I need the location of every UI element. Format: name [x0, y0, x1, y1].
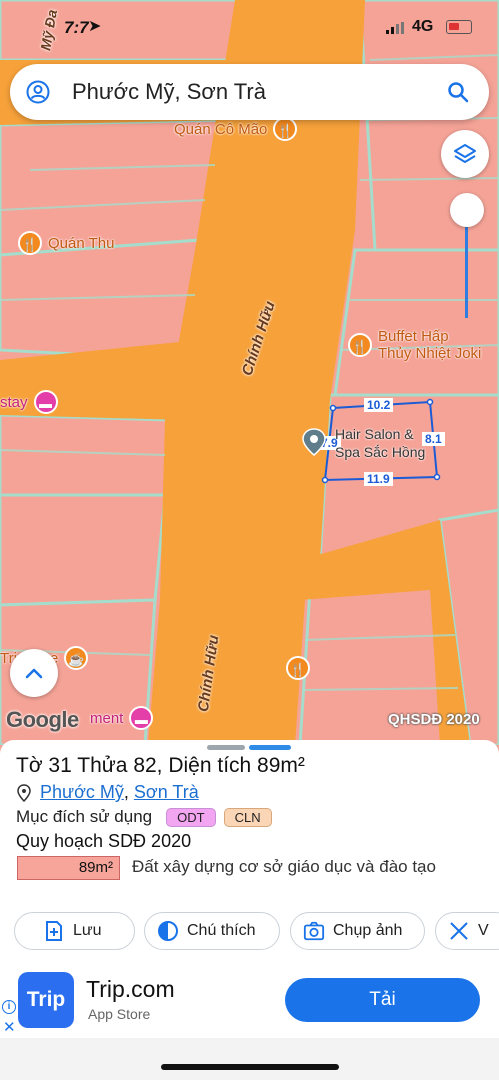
- parcel-dim-bottom: 11.9: [364, 472, 393, 486]
- parcel-dim-right: 8.1: [422, 432, 445, 446]
- layer-name-label: QHSDĐ 2020: [388, 711, 480, 728]
- collapse-sheet-button[interactable]: [10, 649, 58, 697]
- ad-app-name: Trip.com: [86, 976, 175, 1002]
- ad-install-button[interactable]: Tải: [285, 978, 480, 1022]
- tools-icon: [450, 922, 468, 940]
- location-pin-icon: [17, 783, 31, 802]
- save-plus-icon: [46, 921, 62, 941]
- save-button[interactable]: Lưu: [14, 912, 135, 950]
- chevron-up-icon: [25, 668, 43, 679]
- plan-description: Đất xây dựng cơ sở giáo dục và đào tạo: [132, 857, 436, 876]
- tools-button[interactable]: V: [435, 912, 499, 950]
- layers-icon: [454, 144, 476, 163]
- signal-icon: [386, 22, 404, 34]
- poi-stay[interactable]: stay ▬: [0, 390, 58, 414]
- parcel-dim-top: 10.2: [364, 398, 394, 412]
- purpose-badge-odt: ODT: [166, 807, 216, 827]
- poi-restaurant-bottom[interactable]: 🍴: [286, 656, 310, 680]
- capture-label: Chụp ảnh: [333, 922, 403, 939]
- poi-hair-salon[interactable]: Hair Salon & Spa Sắc Hồng: [335, 425, 425, 461]
- location-arrow-icon: ➤: [88, 18, 102, 35]
- legend-label: Chú thích: [187, 922, 256, 939]
- action-row: Lưu Chú thích Chụp ảnh V: [14, 912, 499, 950]
- home-indicator[interactable]: [161, 1064, 339, 1070]
- google-logo: Google: [6, 707, 79, 732]
- capture-button[interactable]: Chụp ảnh: [290, 912, 425, 950]
- search-bar[interactable]: Phước Mỹ, Sơn Trà: [10, 64, 489, 120]
- poi-apartment[interactable]: ment ▬: [90, 706, 154, 730]
- save-label: Lưu: [73, 922, 102, 939]
- layers-button[interactable]: [441, 130, 489, 178]
- search-query[interactable]: Phước Mỹ, Sơn Trà: [72, 79, 266, 105]
- address-separator: ,: [123, 782, 134, 802]
- land-purpose-row: Mục đích sử dụng ODT CLN: [16, 807, 272, 827]
- legend-button[interactable]: Chú thích: [144, 912, 280, 950]
- land-purpose-label: Mục đích sử dụng: [16, 807, 153, 826]
- purpose-badge-cln: CLN: [223, 807, 272, 827]
- ad-store-label: App Store: [88, 1006, 151, 1022]
- parcel-title: Tờ 31 Thửa 82, Diện tích 89m²: [16, 754, 305, 777]
- contrast-icon: [158, 921, 178, 941]
- network-type: 4G: [412, 18, 434, 35]
- poi-buffet-hap[interactable]: 🍴 Buffet Hấp Thủy Nhiệt Joki: [348, 328, 481, 362]
- fork-knife-icon: 🍴: [273, 117, 298, 141]
- parcel-address: Phước Mỹ , Sơn Trà: [16, 782, 199, 803]
- ad-close-icon[interactable]: ✕: [3, 1018, 16, 1036]
- ad-banner[interactable]: i ✕ Trip Trip.com App Store Tải: [0, 966, 499, 1038]
- fork-knife-icon: 🍴: [348, 333, 372, 357]
- status-bar: 7:7 ➤ 4G: [0, 14, 499, 42]
- trip-app-logo: Trip: [18, 972, 74, 1028]
- hotel-icon: ▬: [33, 390, 58, 414]
- camera-icon: [303, 921, 325, 941]
- account-icon[interactable]: [26, 80, 50, 104]
- search-icon[interactable]: [446, 80, 470, 104]
- ad-info-icon[interactable]: i: [2, 1000, 16, 1014]
- battery-icon: [446, 20, 472, 34]
- district-link[interactable]: Sơn Trà: [134, 782, 199, 803]
- fork-knife-icon: 🍴: [286, 656, 310, 680]
- opacity-slider-handle[interactable]: [450, 193, 484, 227]
- tools-label: V: [478, 922, 489, 939]
- home-indicator-area: [0, 1038, 499, 1080]
- plan-area-value: 89m²: [17, 856, 120, 880]
- hotel-icon: ▬: [129, 706, 154, 730]
- status-time: 7:7: [64, 18, 89, 37]
- sheet-handle[interactable]: [207, 745, 245, 750]
- location-pin-icon: [302, 428, 326, 456]
- coffee-icon: ☕: [64, 646, 89, 670]
- sheet-handle-active[interactable]: [249, 745, 291, 750]
- ward-link[interactable]: Phước Mỹ: [40, 782, 124, 803]
- fork-knife-icon: 🍴: [18, 231, 42, 255]
- poi-quan-thu[interactable]: 🍴 Quán Thu: [18, 231, 114, 255]
- poi-quan-co-mao[interactable]: 🍴 Quán Cô Mão: [174, 117, 298, 141]
- plan-label: Quy hoạch SDĐ 2020: [16, 831, 192, 851]
